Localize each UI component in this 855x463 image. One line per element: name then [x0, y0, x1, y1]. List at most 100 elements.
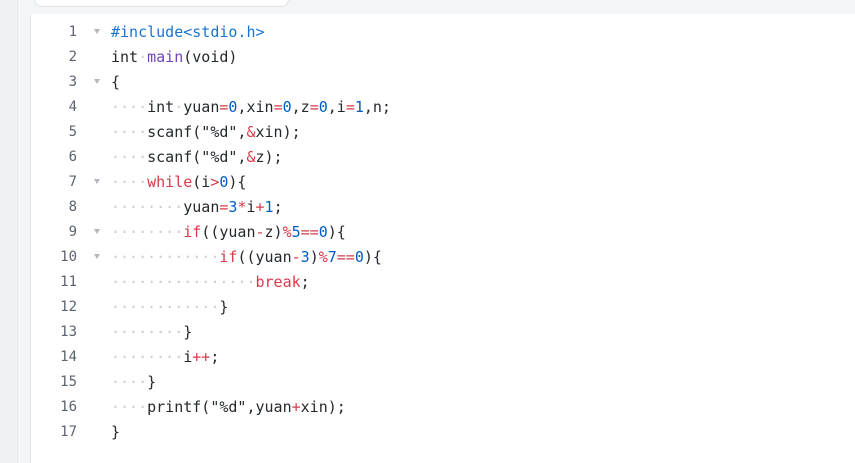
whitespace-marker: ···· [111, 398, 148, 416]
code-token: { [111, 73, 121, 91]
code-line[interactable]: 10 ············if((yuan-3)%7==0){ [31, 245, 855, 270]
code-token: ,xin [237, 98, 274, 116]
whitespace-marker: ···· [111, 123, 148, 141]
line-number: 3 [68, 74, 77, 90]
code-line[interactable]: 3{ [31, 70, 855, 95]
code-token: } [219, 298, 229, 316]
code-token: 0 [282, 98, 292, 116]
line-number: 5 [68, 124, 77, 140]
line-number: 4 [68, 99, 77, 115]
code-token: z) [264, 223, 283, 241]
code-token: i [246, 198, 256, 216]
whitespace-marker: ················ [111, 273, 256, 291]
code-token: int [111, 48, 139, 66]
whitespace-marker: · [174, 98, 184, 116]
line-number: 12 [60, 299, 77, 315]
code-token: ((yuan [237, 248, 292, 266]
line-number: 2 [68, 49, 77, 65]
code-token: = [309, 98, 319, 116]
fold-arrow-icon[interactable] [94, 179, 100, 184]
code-line[interactable]: 9 ········if((yuan-z)%5==0){ [31, 220, 855, 245]
code-token: 0 [354, 248, 364, 266]
code-token: 3 [300, 248, 310, 266]
code-token: scanf("%d", [147, 148, 247, 166]
whitespace-marker: ········ [111, 198, 184, 216]
code-token: (void) [183, 48, 238, 66]
code-text: } [111, 420, 120, 445]
code-token: ){ [363, 248, 382, 266]
code-token: ; [273, 198, 283, 216]
code-token: z); [255, 148, 283, 166]
whitespace-marker: ············ [111, 298, 220, 316]
code-token: ){ [327, 223, 346, 241]
line-number: 15 [60, 374, 77, 390]
line-number: 6 [68, 149, 77, 165]
fold-arrow-icon[interactable] [94, 29, 100, 34]
code-line[interactable]: 16 ····printf("%d",yuan+xin); [31, 395, 855, 420]
code-text: ········if((yuan-z)%5==0){ [111, 220, 346, 245]
code-token: ; [210, 348, 220, 366]
code-token: ++ [192, 348, 211, 366]
code-token: & [246, 123, 256, 141]
line-number: 16 [60, 399, 77, 415]
editor-tab[interactable] [34, 0, 289, 7]
code-token: 7 [327, 248, 337, 266]
code-line[interactable]: 14 ········i++; [31, 345, 855, 370]
code-line[interactable]: 6 ····scanf("%d",&z); [31, 145, 855, 170]
fold-arrow-icon[interactable] [94, 229, 100, 234]
code-line[interactable]: 11 ················break; [31, 270, 855, 295]
code-token: ; [300, 273, 310, 291]
code-token: yuan [183, 98, 220, 116]
code-line[interactable]: 13 ········} [31, 320, 855, 345]
code-line[interactable]: 17} [31, 420, 855, 445]
code-token: int [147, 98, 175, 116]
whitespace-marker: ···· [111, 373, 148, 391]
code-token: yuan [183, 198, 220, 216]
code-token: 0 [318, 98, 328, 116]
code-token: (i [192, 173, 211, 191]
whitespace-marker: ········ [111, 223, 184, 241]
left-sidebar-strip [0, 0, 18, 463]
whitespace-marker: · [138, 48, 148, 66]
code-token: #include<stdio.h> [111, 23, 265, 41]
code-text: ············if((yuan-3)%7==0){ [111, 245, 382, 270]
code-text: ····} [111, 370, 156, 395]
code-line[interactable]: 8 ········yuan=3*i+1; [31, 195, 855, 220]
code-text: ················break; [111, 270, 310, 295]
whitespace-marker: ········ [111, 348, 184, 366]
whitespace-marker: ···· [111, 148, 148, 166]
line-number: 14 [60, 349, 77, 365]
code-text: ····while(i>0){ [111, 170, 246, 195]
code-line[interactable]: 12 ············} [31, 295, 855, 320]
code-token: % [318, 248, 328, 266]
code-token: ,z [291, 98, 310, 116]
fold-arrow-icon[interactable] [94, 254, 100, 259]
code-text: ········i++; [111, 345, 219, 370]
code-line[interactable]: 2 int·main(void) [31, 45, 855, 70]
code-token: break [255, 273, 301, 291]
code-token: } [111, 423, 121, 441]
code-token: = [345, 98, 355, 116]
code-editor[interactable]: 1 #include<stdio.h> 2 int·main(void) 3{4 ····… [30, 14, 855, 463]
code-text: ····printf("%d",yuan+xin); [111, 395, 346, 420]
code-token: & [246, 148, 256, 166]
code-token: 1 [264, 198, 274, 216]
code-line[interactable]: 7 ····while(i>0){ [31, 170, 855, 195]
line-number: 10 [60, 249, 77, 265]
line-number: 11 [60, 274, 77, 290]
code-line[interactable]: 15 ····} [31, 370, 855, 395]
code-token: xin); [300, 398, 346, 416]
code-token: while [147, 173, 193, 191]
code-text: ····int·yuan=0,xin=0,z=0,i=1,n; [111, 95, 391, 120]
line-number: 8 [68, 199, 77, 215]
fold-arrow-icon[interactable] [94, 79, 100, 84]
code-text: #include<stdio.h> [111, 20, 265, 45]
code-text: int·main(void) [111, 45, 237, 70]
code-token: - [291, 248, 301, 266]
whitespace-marker: ············ [111, 248, 220, 266]
code-line[interactable]: 1 #include<stdio.h> [31, 20, 855, 45]
code-line[interactable]: 4 ····int·yuan=0,xin=0,z=0,i=1,n; [31, 95, 855, 120]
code-token: = [273, 98, 283, 116]
whitespace-marker: ···· [111, 173, 148, 191]
code-line[interactable]: 5 ····scanf("%d",&xin); [31, 120, 855, 145]
